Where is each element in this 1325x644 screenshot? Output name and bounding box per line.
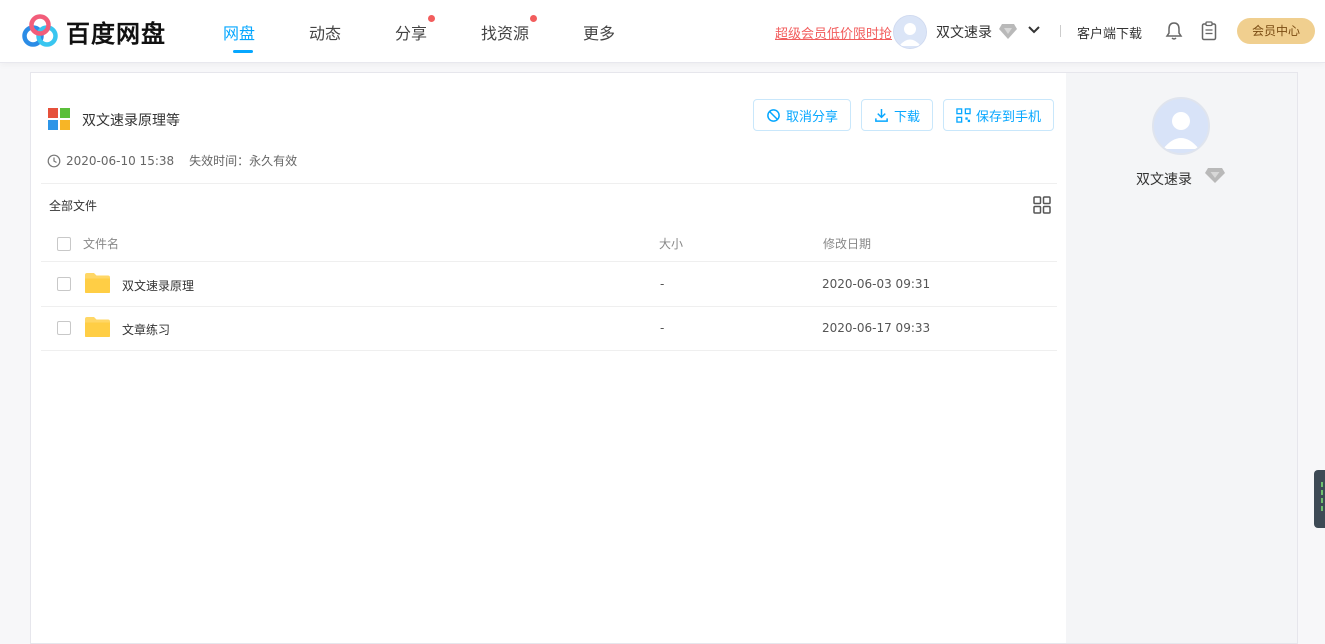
client-download-link[interactable]: 客户端下载 xyxy=(1077,23,1142,42)
file-name[interactable]: 文章练习 xyxy=(122,321,170,338)
divider xyxy=(41,183,1057,184)
header-separator xyxy=(1060,25,1061,37)
baidu-cloud-logo-icon xyxy=(22,14,58,47)
column-header-date[interactable]: 修改日期 xyxy=(823,235,871,252)
chevron-down-icon[interactable] xyxy=(1026,23,1042,37)
column-header-size[interactable]: 大小 xyxy=(659,235,683,252)
nav-share[interactable]: 分享 xyxy=(395,15,436,44)
column-header-name[interactable]: 文件名 xyxy=(83,235,119,252)
folder-icon xyxy=(85,273,110,293)
share-expire-time: 失效时间：永久有效 xyxy=(189,154,298,168)
share-panel: 双文速录原理等 取消分享 下载 保存到手机 2020-06-10 15:38 失 xyxy=(30,72,1067,644)
nav-more[interactable]: 更多 xyxy=(583,20,615,44)
diamond-icon xyxy=(1205,168,1225,183)
cancel-share-button[interactable]: 取消分享 xyxy=(753,99,851,131)
vip-promo-link[interactable]: 超级会员低价限时抢 xyxy=(775,23,892,42)
logo-text: 百度网盘 xyxy=(66,19,166,48)
default-avatar-icon xyxy=(894,16,926,48)
qr-code-icon xyxy=(956,107,971,123)
nav-find-resources-label: 找资源 xyxy=(481,24,530,43)
nav-activity-label: 动态 xyxy=(309,24,342,43)
user-avatar[interactable] xyxy=(893,15,927,49)
cancel-share-label: 取消分享 xyxy=(785,109,838,125)
save-to-phone-label: 保存到手机 xyxy=(975,109,1041,125)
nav-find-resources[interactable]: 找资源 xyxy=(481,15,538,44)
folder-icon xyxy=(85,317,110,337)
share-meta: 2020-06-10 15:38 失效时间：永久有效 xyxy=(47,152,297,169)
top-bar: 百度网盘 网盘 动态 分享 找资源 更多 超级会员低价限时抢 双文速录 客户端下… xyxy=(0,0,1325,63)
file-size: - xyxy=(660,321,665,335)
nav-active-indicator xyxy=(233,50,253,53)
file-modified-date: 2020-06-17 09:33 xyxy=(822,321,931,335)
nav-more-label: 更多 xyxy=(583,24,616,43)
save-to-phone-button[interactable]: 保存到手机 xyxy=(943,99,1054,131)
windows-logo-icon xyxy=(48,108,70,130)
file-size: - xyxy=(660,277,665,291)
clipboard-icon[interactable] xyxy=(1201,21,1217,41)
notification-dot xyxy=(428,15,436,22)
file-table-header: 文件名 大小 修改日期 xyxy=(41,223,1057,262)
select-all-checkbox[interactable] xyxy=(57,237,71,251)
default-avatar-icon xyxy=(1154,99,1208,153)
download-label: 下载 xyxy=(893,109,920,125)
baidu-netdisk-logo[interactable]: 百度网盘 xyxy=(20,14,170,48)
table-row[interactable]: 双文速录原理 - 2020-06-03 09:31 xyxy=(41,262,1057,307)
download-button[interactable]: 下载 xyxy=(861,99,933,131)
ban-icon xyxy=(767,108,780,122)
nav-share-label: 分享 xyxy=(395,24,428,43)
nav-netdisk[interactable]: 网盘 xyxy=(223,20,256,53)
file-modified-date: 2020-06-03 09:31 xyxy=(822,277,931,291)
bell-icon[interactable] xyxy=(1165,21,1183,41)
sharer-avatar[interactable] xyxy=(1152,97,1210,155)
notification-dot xyxy=(530,15,538,22)
breadcrumb-all-files[interactable]: 全部文件 xyxy=(49,197,97,214)
sharer-username[interactable]: 双文速录 xyxy=(1136,169,1192,189)
row-checkbox[interactable] xyxy=(57,321,71,335)
table-row[interactable]: 文章练习 - 2020-06-17 09:33 xyxy=(41,306,1057,351)
nav-netdisk-label: 网盘 xyxy=(223,24,256,43)
vip-center-button[interactable]: 会员中心 xyxy=(1237,18,1315,44)
username[interactable]: 双文速录 xyxy=(936,22,992,42)
row-checkbox[interactable] xyxy=(57,277,71,291)
nav-activity[interactable]: 动态 xyxy=(309,20,341,44)
share-created-time: 2020-06-10 15:38 xyxy=(66,153,175,168)
sharer-profile-panel: 双文速录 xyxy=(1066,72,1298,644)
floating-side-tab[interactable] xyxy=(1314,470,1325,528)
share-title: 双文速录原理等 xyxy=(82,113,180,129)
download-icon xyxy=(875,108,888,122)
file-name[interactable]: 双文速录原理 xyxy=(122,277,194,294)
grid-view-icon[interactable] xyxy=(1033,196,1051,214)
diamond-icon xyxy=(999,24,1017,39)
clock-icon xyxy=(47,154,61,167)
